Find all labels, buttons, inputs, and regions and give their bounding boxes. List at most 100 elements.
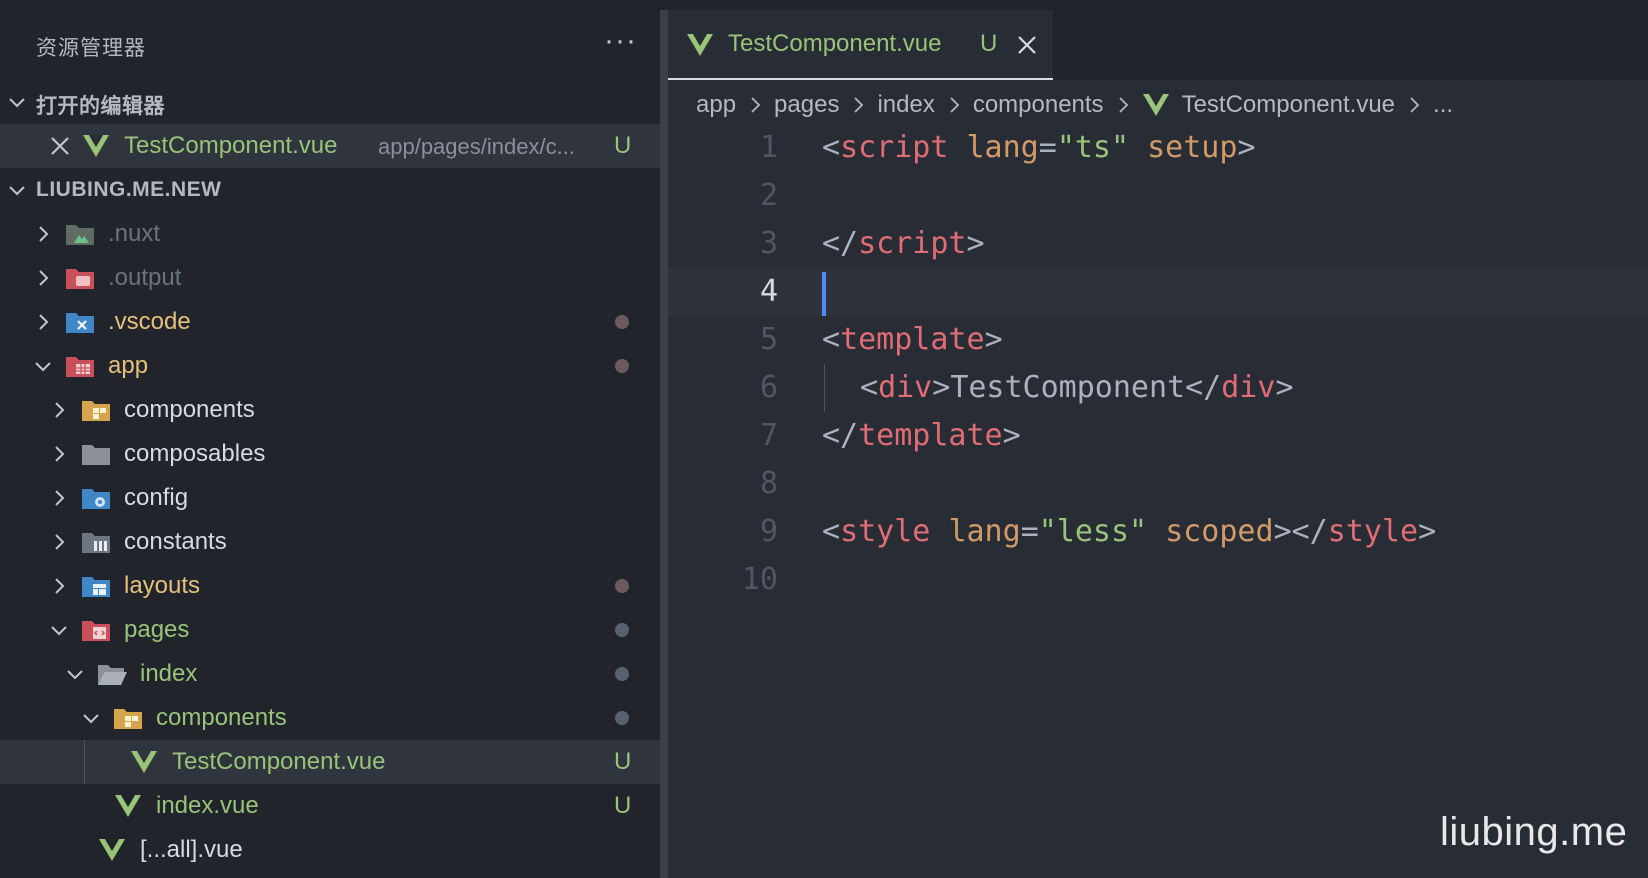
modified-dot	[615, 711, 629, 725]
vue-file-icon	[114, 794, 142, 818]
tree-item-label: constants	[124, 528, 227, 555]
explorer-header: 资源管理器 ···	[0, 22, 660, 68]
tree-item-composables[interactable]: composables	[0, 432, 660, 476]
nuxt-folder-icon	[64, 221, 96, 247]
vue-file-icon	[686, 33, 714, 57]
tree-item-components-nested[interactable]: components	[0, 696, 660, 740]
line-number: 3	[759, 226, 778, 261]
chevron-right-icon	[847, 94, 869, 116]
breadcrumb-item[interactable]: components	[973, 91, 1104, 119]
tree-item-config[interactable]: config	[0, 476, 660, 520]
vue-file-icon	[98, 838, 126, 862]
open-editor-path: app/pages/index/c...	[378, 134, 575, 159]
app-folder-icon	[64, 353, 96, 379]
modified-dot	[615, 315, 629, 329]
tree-item-label: index.vue	[156, 792, 259, 819]
sidebar-resize-handle[interactable]	[660, 10, 668, 878]
vue-file-icon	[82, 134, 110, 158]
tree-item-index[interactable]: index	[0, 652, 660, 696]
tab-testcomponent[interactable]: TestComponent.vue U	[668, 10, 1053, 80]
components-folder-icon	[112, 705, 144, 731]
modified-dot	[615, 667, 629, 681]
line-number: 9	[759, 514, 778, 549]
chevron-down-icon	[6, 179, 28, 201]
untracked-badge: U	[980, 30, 998, 57]
code-line-current: 4	[668, 268, 1648, 316]
tree-item-label: app	[108, 352, 149, 379]
code-text: <style lang="less" scoped></style>	[822, 514, 1437, 549]
chevron-down-icon	[6, 91, 28, 113]
tree-item-output[interactable]: .output	[0, 256, 660, 300]
workspace-section-header[interactable]: LIUBING.ME.NEW	[0, 168, 660, 212]
code-line: 5 <template>	[668, 316, 1648, 364]
close-icon[interactable]	[48, 134, 72, 158]
tree-item-components[interactable]: components	[0, 388, 660, 432]
code-line: 2	[668, 172, 1648, 220]
indent-guide	[84, 740, 85, 784]
explorer-sidebar: 资源管理器 ··· 打开的编辑器 TestComponent.vue app/p…	[0, 0, 660, 878]
line-number: 5	[759, 322, 778, 357]
breadcrumb-item[interactable]: app	[696, 91, 736, 119]
code-line: 9 <style lang="less" scoped></style>	[668, 508, 1648, 556]
folder-icon	[80, 441, 112, 467]
chevron-right-icon	[943, 94, 965, 116]
layouts-folder-icon	[80, 573, 112, 599]
code-text: <template>	[822, 322, 1003, 357]
breadcrumb: app pages index components TestComponent…	[696, 88, 1453, 122]
watermark: liubing.me	[1440, 810, 1628, 854]
tree-item-label: [...all].vue	[140, 836, 243, 863]
chevron-right-icon	[48, 531, 70, 553]
untracked-badge: U	[614, 748, 632, 775]
close-icon[interactable]	[1014, 32, 1040, 58]
code-text: </script>	[822, 226, 985, 261]
tree-item-label: components	[124, 396, 255, 423]
open-editor-item[interactable]: TestComponent.vue app/pages/index/c... U	[0, 124, 660, 168]
tree-item-vscode[interactable]: .vscode	[0, 300, 660, 344]
tree-item-label: layouts	[124, 572, 201, 599]
code-line: 8	[668, 460, 1648, 508]
code-line: 1 <script lang="ts" setup>	[668, 124, 1648, 172]
tree-item-constants[interactable]: constants	[0, 520, 660, 564]
pages-folder-icon	[80, 617, 112, 643]
breadcrumb-item[interactable]: index	[877, 91, 934, 119]
more-actions-icon[interactable]: ···	[604, 24, 637, 58]
chevron-right-icon	[744, 94, 766, 116]
tree-item-testcomponent[interactable]: TestComponent.vue U	[0, 740, 660, 784]
tree-item-label: config	[124, 484, 189, 511]
line-number: 10	[741, 562, 778, 597]
modified-dot	[615, 623, 629, 637]
line-number: 7	[759, 418, 778, 453]
open-editors-section-header[interactable]: 打开的编辑器	[0, 80, 660, 124]
tree-item-label: TestComponent.vue	[172, 748, 386, 775]
breadcrumb-item[interactable]: ...	[1433, 91, 1453, 119]
tree-item-label: index	[140, 660, 198, 687]
code-text: <script lang="ts" setup>	[822, 130, 1256, 165]
tree-item-index-vue[interactable]: index.vue U	[0, 784, 660, 828]
chevron-right-icon	[48, 443, 70, 465]
vue-file-icon	[1142, 93, 1170, 117]
chevron-right-icon	[48, 487, 70, 509]
line-number: 8	[759, 466, 778, 501]
line-number: 6	[759, 370, 778, 405]
constants-folder-icon	[80, 529, 112, 555]
modified-dot	[615, 579, 629, 593]
code-line: 6 <div>TestComponent</div>	[668, 364, 1648, 412]
components-folder-icon	[80, 397, 112, 423]
tab-bar: TestComponent.vue U	[668, 0, 1648, 80]
open-folder-icon	[96, 661, 128, 687]
tree-item-label: composables	[124, 440, 266, 467]
tree-item-nuxt[interactable]: .nuxt	[0, 212, 660, 256]
breadcrumb-item[interactable]: pages	[774, 91, 839, 119]
breadcrumb-item[interactable]: TestComponent.vue	[1182, 91, 1395, 119]
line-number: 1	[759, 130, 778, 165]
line-number: 4	[759, 274, 778, 309]
chevron-right-icon	[1112, 94, 1134, 116]
chevron-right-icon	[48, 575, 70, 597]
tree-item-pages[interactable]: pages	[0, 608, 660, 652]
tree-item-label: .nuxt	[108, 220, 161, 247]
tree-item-app[interactable]: app	[0, 344, 660, 388]
tree-item-all-vue[interactable]: [...all].vue	[0, 828, 660, 872]
tree-item-layouts[interactable]: layouts	[0, 564, 660, 608]
code-text: </template>	[822, 418, 1021, 453]
vscode-folder-icon	[64, 309, 96, 335]
